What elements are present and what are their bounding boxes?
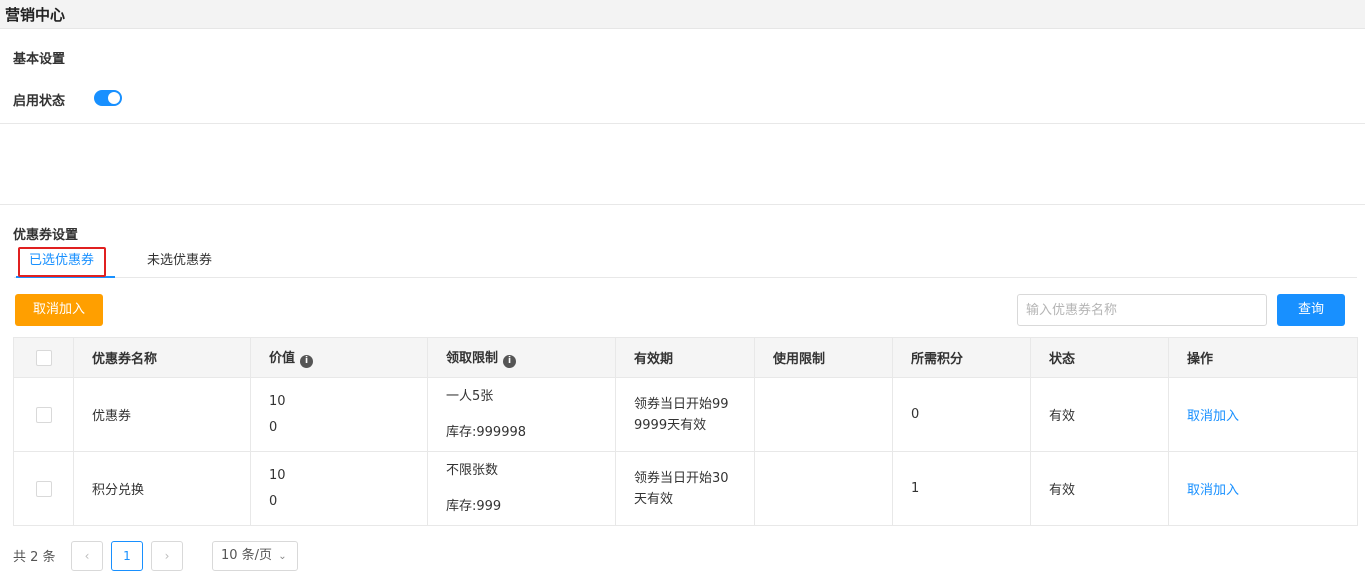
table-row: 优惠券 10 0 一人5张 库存:999998 领券当日开始999999天有效 …	[13, 377, 1358, 452]
select-all-checkbox[interactable]	[35, 349, 52, 366]
enable-status-label: 启用状态	[13, 94, 66, 109]
remove-coupon-link[interactable]: 取消加入	[1187, 409, 1239, 424]
table-header-row: 优惠券名称 价值 i 领取限制 i 有效期 使用限制 所需积分 状态 操作	[13, 337, 1358, 378]
limit-cell: 不限张数 库存:999	[427, 451, 616, 526]
column-header: 优惠券名称	[73, 337, 251, 378]
top-bar: 营销中心	[0, 0, 1365, 29]
tab-selected-coupons[interactable]: 已选优惠券	[29, 243, 94, 278]
column-header: 操作	[1168, 337, 1358, 378]
row-checkbox[interactable]	[35, 480, 52, 497]
coupon-name-cell: 优惠券	[73, 377, 251, 452]
divider	[0, 123, 1365, 124]
column-header-label: 使用限制	[773, 352, 826, 367]
value-line: 0	[269, 493, 278, 509]
column-header-label: 所需积分	[911, 352, 964, 367]
page-number-button[interactable]: 1	[111, 541, 143, 571]
stock-text: 库存:999998	[446, 424, 527, 440]
table-row: 积分兑换 10 0 不限张数 库存:999 领券当日开始30天有效 1 有效 取…	[13, 451, 1358, 526]
row-checkbox[interactable]	[35, 406, 52, 423]
toggle-knob	[108, 92, 120, 104]
column-header-label: 价值	[269, 351, 296, 366]
usage-limit-cell	[754, 377, 893, 452]
chevron-down-icon: ⌄	[278, 551, 287, 562]
column-header-label: 优惠券名称	[92, 352, 158, 367]
value-cell: 10 0	[250, 377, 428, 452]
usage-limit-cell	[754, 451, 893, 526]
search-button[interactable]: 查询	[1277, 294, 1345, 326]
coupon-table: 优惠券名称 价值 i 领取限制 i 有效期 使用限制 所需积分 状态 操作 优惠券 …	[13, 337, 1358, 526]
remove-selected-button[interactable]: 取消加入	[15, 294, 103, 326]
page-title: 营销中心	[5, 6, 66, 24]
tab-unselected-coupons[interactable]: 未选优惠券	[147, 243, 212, 278]
coupon-settings-title: 优惠券设置	[13, 228, 79, 243]
next-page-button[interactable]: ›	[151, 541, 183, 571]
column-header: 状态	[1030, 337, 1169, 378]
column-header: 使用限制	[754, 337, 893, 378]
value-line: 10	[269, 393, 286, 409]
prev-page-button[interactable]: ‹	[71, 541, 103, 571]
limit-text: 不限张数	[446, 462, 499, 478]
info-icon[interactable]: i	[300, 355, 314, 368]
status-cell: 有效	[1030, 451, 1169, 526]
tab-active-indicator	[16, 276, 115, 278]
validity-cell: 领券当日开始30天有效	[615, 451, 755, 526]
value-line: 10	[269, 467, 286, 483]
row-checkbox-cell	[13, 451, 74, 526]
column-header-label: 操作	[1187, 352, 1214, 367]
points-cell: 1	[892, 451, 1031, 526]
column-header: 有效期	[615, 337, 755, 378]
column-header-label: 状态	[1049, 352, 1076, 367]
limit-cell: 一人5张 库存:999998	[427, 377, 616, 452]
basic-settings-title: 基本设置	[13, 52, 66, 67]
header-checkbox-cell	[13, 337, 74, 378]
page-size-label: 10 条/页	[221, 548, 273, 563]
remove-coupon-link[interactable]: 取消加入	[1187, 483, 1239, 498]
coupon-tabs: 已选优惠券 未选优惠券	[14, 243, 1357, 278]
limit-text: 一人5张	[446, 388, 494, 404]
points-cell: 0	[892, 377, 1031, 452]
enable-status-toggle[interactable]	[94, 90, 122, 106]
pagination-total: 共 2 条	[13, 550, 56, 565]
column-header: 领取限制 i	[427, 337, 616, 378]
info-icon[interactable]: i	[503, 355, 517, 368]
page-size-select[interactable]: 10 条/页 ⌄	[212, 541, 298, 571]
row-checkbox-cell	[13, 377, 74, 452]
coupon-name-cell: 积分兑换	[73, 451, 251, 526]
column-header: 价值 i	[250, 337, 428, 378]
value-cell: 10 0	[250, 451, 428, 526]
divider	[0, 204, 1365, 205]
stock-text: 库存:999	[446, 498, 502, 514]
action-cell: 取消加入	[1168, 377, 1358, 452]
column-header-label: 有效期	[634, 352, 674, 367]
column-header: 所需积分	[892, 337, 1031, 378]
action-cell: 取消加入	[1168, 451, 1358, 526]
status-cell: 有效	[1030, 377, 1169, 452]
value-line: 0	[269, 419, 278, 435]
column-header-label: 领取限制	[446, 351, 499, 366]
coupon-search-input[interactable]	[1017, 294, 1267, 326]
validity-cell: 领券当日开始999999天有效	[615, 377, 755, 452]
